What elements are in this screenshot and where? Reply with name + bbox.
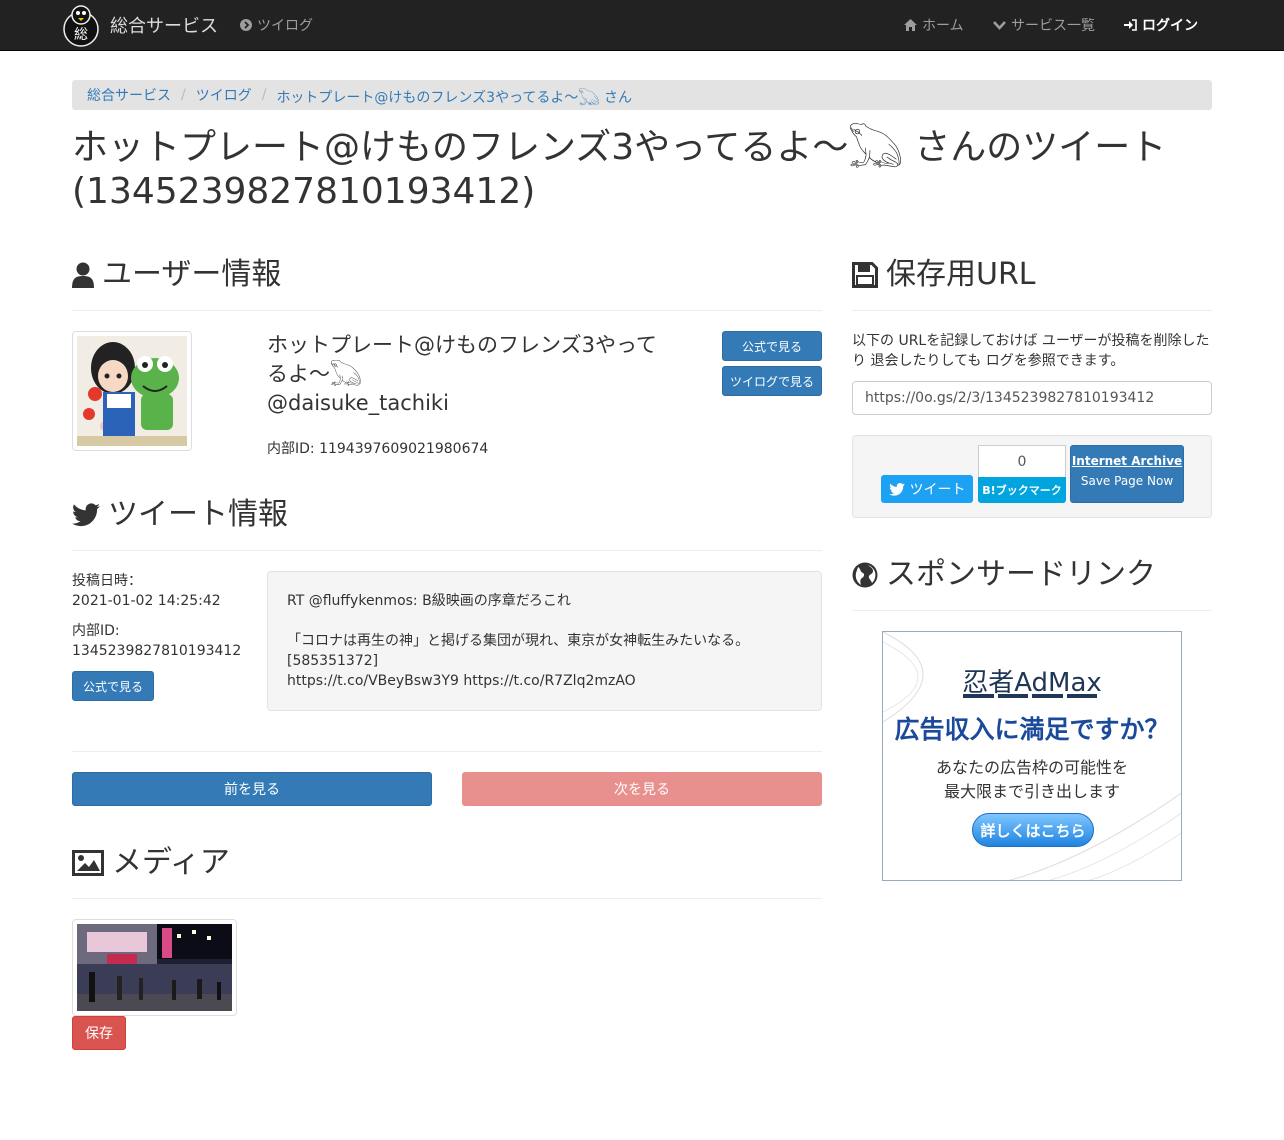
ad-details-button[interactable]: 詳しくはこちら [972,813,1094,847]
tweet-text-line [287,611,802,631]
heading-text: 保存用URL [886,257,1036,292]
prev-tweet-button[interactable]: 前を見る [72,772,432,806]
posted-at-label: 投稿日時： [72,573,142,589]
logo-glyph: 総 [74,27,88,43]
tweet-share-label: ツイート [909,482,966,498]
posted-at-value: 2021-01-02 14:25:42 [72,593,221,609]
view-official-tweet-button[interactable]: 公式で見る [72,671,154,701]
tweet-text-line: https://t.co/VBeyBsw3Y9 https://t.co/R7Z… [287,673,636,689]
twitter-icon [72,503,100,527]
ad-subtext-line: あなたの広告枠の可能性を [935,758,1128,777]
user-internal-id: 内部ID: 1194397609021980674 [267,441,489,457]
brand-link[interactable]: 総 総合サービス [60,0,218,50]
page-title: ホットプレート@けものフレンズ3やってるよ～𓆏 さんのツイート(13452398… [72,127,1167,212]
tweet-share-button[interactable]: ツイート [881,475,973,503]
divider [852,610,1212,611]
internet-archive-title: Internet Archive [1071,454,1183,468]
heading-text: メディア [112,845,230,880]
nav-link-label: ツイログ [257,18,313,34]
save-media-button[interactable]: 保存 [72,1016,126,1050]
save-url-input[interactable] [852,381,1212,415]
divider [852,310,1212,311]
breadcrumb: 総合サービス / ツイログ / ホットプレート@けものフレンズ3やってるよ～𓆏 … [72,80,1212,110]
ad-subtext: あなたの広告枠の可能性を 最大限まで引き出します [883,756,1181,804]
media-thumbnail[interactable] [72,919,237,1016]
media-heading: メディア [72,843,230,883]
nav-link-label: サービス一覧 [1011,18,1095,34]
chevron-circle-right-icon [240,19,252,31]
avatar-image [77,336,187,446]
sign-in-icon [1124,19,1137,31]
nav-link-twilog[interactable]: ツイログ [240,0,313,50]
sponsor-heading: スポンサードリンク [852,555,1156,595]
nav-link-login[interactable]: ログイン [1124,0,1198,50]
breadcrumb-item-user[interactable]: ホットプレート@けものフレンズ3やってるよ～𓆏 さん [276,83,632,107]
sponsor-ad-banner[interactable]: 忍者AdMax 広告収入に満足ですか？ あなたの広告枠の可能性を 最大限まで引き… [882,631,1182,881]
chevron-down-icon [993,21,1006,30]
tweet-info-heading: ツイート情報 [72,495,288,535]
breadcrumb-item-home[interactable]: 総合サービス [87,85,171,105]
breadcrumb-separator: / [261,87,267,103]
tweet-text-line: [585351372] [287,653,379,669]
hatena-count: 0 [978,445,1066,477]
tweet-text-line: RT @fluffykenmos: B級映画の序章だろこれ [287,593,571,609]
hatena-bookmark-button[interactable]: B!ブックマーク [978,477,1066,503]
divider [72,751,822,752]
save-url-heading: 保存用URL [852,255,1036,295]
tweet-text-box: RT @fluffykenmos: B級映画の序章だろこれ 「コロナは再生の神」… [267,571,822,711]
user-display-name-cont: るよ～𓆏 [267,362,362,386]
next-tweet-button[interactable]: 次を見る [462,772,822,806]
ad-headline: 広告収入に満足ですか？ [894,715,1170,744]
user-name-block: ホットプレート@けものフレンズ3やって るよ～𓆏 @daisuke_tachik… [267,331,687,418]
user-handle: @daisuke_tachiki [267,391,449,415]
navbar: 総 総合サービス ツイログ ホーム サービス一覧 ログイン [0,0,1284,51]
heading-text: ユーザー情報 [102,257,282,292]
view-official-user-button[interactable]: 公式で見る [722,331,822,361]
divider [72,898,822,899]
save-url-description: 以下の URLを記録しておけば ユーザーが投稿を削除したり 退会したりしても ロ… [852,333,1210,369]
tweet-text-line: 「コロナは再生の神」と掲げる集団が現れ、東京が女神転生みたいなる。 [287,633,750,649]
divider [72,310,822,311]
internet-archive-subtitle: Save Page Now [1080,474,1174,488]
heading-text: ツイート情報 [108,497,288,532]
globe-icon [852,562,878,588]
home-icon [904,19,917,31]
heading-text: スポンサードリンク [886,557,1156,592]
penguin-logo-icon: 総 [63,5,99,47]
nav-link-services[interactable]: サービス一覧 [993,0,1095,50]
user-icon [72,262,94,288]
media-image [77,924,232,1011]
avatar [72,331,192,451]
breadcrumb-separator: / [181,87,186,103]
ad-title-underline [963,694,1097,698]
nav-link-label: ログイン [1142,18,1198,34]
tweet-id-label: 内部ID: [72,623,120,639]
tweet-id-value: 1345239827810193412 [72,643,242,659]
nav-link-label: ホーム [922,18,964,34]
breadcrumb-item-twilog[interactable]: ツイログ [196,85,252,105]
divider [72,550,822,551]
ad-subtext-line: 最大限まで引き出します [943,782,1120,801]
internet-archive-button[interactable]: Internet Archive Save Page Now [1070,445,1184,503]
floppy-disk-icon [852,262,878,288]
user-info-heading: ユーザー情報 [72,255,281,295]
image-icon [72,850,104,876]
user-display-name: ホットプレート@けものフレンズ3やって [267,333,657,357]
nav-link-home[interactable]: ホーム [904,0,964,50]
view-twilog-button[interactable]: ツイログで見る [722,366,822,396]
twitter-bird-icon [888,482,905,496]
brand-text: 総合サービス [110,16,218,37]
